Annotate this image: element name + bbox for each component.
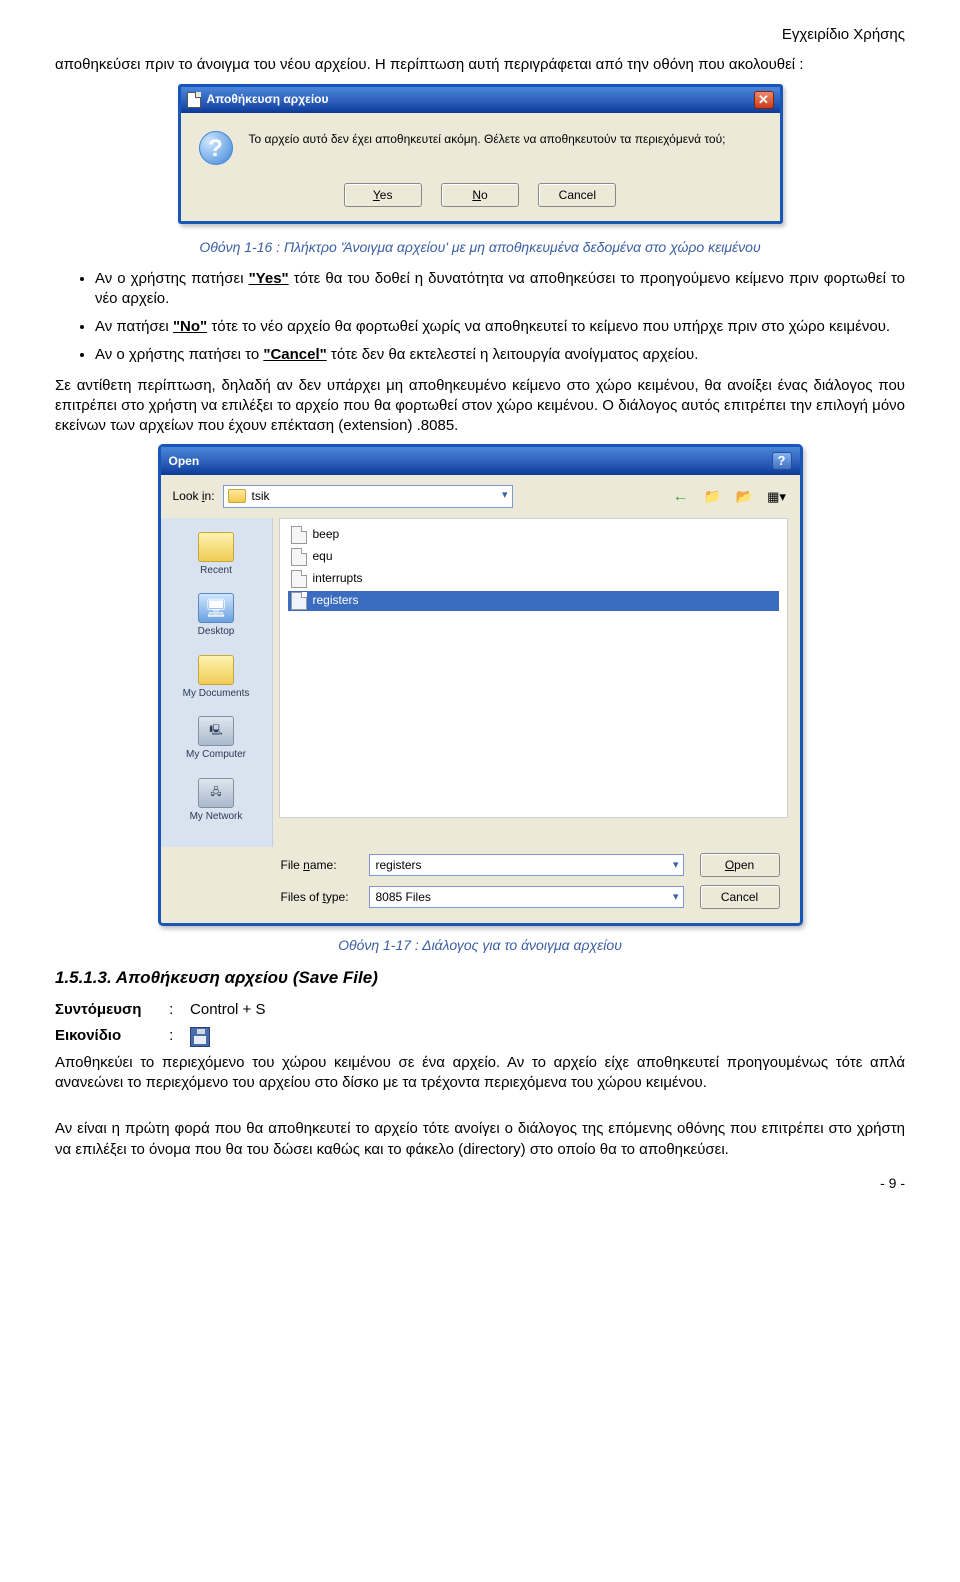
file-name-label: File name:: [281, 857, 361, 873]
file-icon: [291, 526, 307, 544]
documents-icon: [198, 655, 234, 685]
places-bar: Recent 🖥 Desktop My Documents 🖳 My Compu…: [161, 518, 273, 848]
list-item: Αν πατήσει "No" τότε το νέο αρχείο θα φο…: [95, 317, 905, 337]
file-icon: [291, 570, 307, 588]
no-button[interactable]: No: [441, 183, 519, 207]
dialog-title: Open: [169, 453, 200, 469]
file-type-combo[interactable]: 8085 Files: [369, 886, 684, 908]
dialog-title: Αποθήκευση αρχείου: [207, 91, 329, 107]
places-network[interactable]: 🖧 My Network: [161, 778, 272, 824]
file-icon: [291, 548, 307, 566]
places-computer[interactable]: 🖳 My Computer: [161, 716, 272, 762]
recent-icon: [198, 532, 234, 562]
file-item[interactable]: beep: [288, 525, 779, 545]
open-file-dialog: Open ? Look in: tsik ← 📁 📂 ▦▾ Recent 🖥 D…: [158, 444, 803, 926]
list-item: Αν ο χρήστης πατήσει το "Cancel" τότε δε…: [95, 345, 905, 365]
paragraph-after-bullets: Σε αντίθετη περίπτωση, δηλαδή αν δεν υπά…: [55, 376, 905, 437]
look-in-combo[interactable]: tsik: [223, 485, 513, 507]
computer-icon: 🖳: [198, 716, 234, 746]
page-header-right: Εγχειρίδιο Χρήσης: [55, 25, 905, 45]
look-in-label: Look in:: [173, 488, 215, 504]
figure-caption-2: Οθόνη 1-17 : Διάλογος για το άνοιγμα αρχ…: [55, 936, 905, 955]
cancel-button[interactable]: Cancel: [538, 183, 616, 207]
yes-button[interactable]: Yes: [344, 183, 422, 207]
dialog-message: Το αρχείο αυτό δεν έχει αποθηκευτεί ακόμ…: [249, 131, 726, 147]
open-button[interactable]: Open: [700, 853, 780, 877]
icon-row: Εικονίδιο :: [55, 1026, 905, 1046]
folder-icon: [228, 489, 246, 503]
file-icon: [291, 592, 307, 610]
section-heading: 1.5.1.3. Αποθήκευση αρχείου (Save File): [55, 967, 905, 990]
views-icon[interactable]: ▦▾: [766, 485, 788, 507]
page-number: - 9 -: [55, 1174, 905, 1193]
figure-caption-1: Οθόνη 1-16 : Πλήκτρο 'Άνοιγμα αρχείου' μ…: [55, 238, 905, 257]
places-desktop[interactable]: 🖥 Desktop: [161, 593, 272, 639]
file-type-label: Files of type:: [281, 889, 361, 905]
up-folder-icon[interactable]: 📁: [702, 485, 724, 507]
shortcut-row: Συντόμευση : Control + S: [55, 1000, 905, 1020]
places-recent[interactable]: Recent: [161, 532, 272, 578]
dialog-titlebar: Open ?: [161, 447, 800, 475]
open-dialog-toolbar: Look in: tsik ← 📁 📂 ▦▾: [161, 475, 800, 517]
help-icon[interactable]: ?: [772, 452, 792, 470]
paragraph-save-2: Αν είναι η πρώτη φορά που θα αποθηκευτεί…: [55, 1119, 905, 1160]
bullet-list: Αν ο χρήστης πατήσει "Yes" τότε θα του δ…: [95, 269, 905, 366]
file-item-selected[interactable]: registers: [288, 591, 779, 611]
floppy-icon: [190, 1027, 210, 1047]
save-confirm-dialog: Αποθήκευση αρχείου ✕ ? Το αρχείο αυτό δε…: [178, 84, 783, 224]
question-icon: ?: [199, 131, 233, 165]
paragraph-top: αποθηκεύσει πριν το άνοιγμα του νέου αρχ…: [55, 55, 905, 75]
file-item[interactable]: interrupts: [288, 569, 779, 589]
desktop-icon: 🖥: [198, 593, 234, 623]
network-icon: 🖧: [198, 778, 234, 808]
file-item[interactable]: equ: [288, 547, 779, 567]
dialog-titlebar: Αποθήκευση αρχείου ✕: [181, 87, 780, 113]
document-icon: [187, 92, 201, 108]
paragraph-save-1: Αποθηκεύει το περιεχόμενο του χώρου κειμ…: [55, 1053, 905, 1094]
close-icon[interactable]: ✕: [754, 91, 774, 109]
back-icon[interactable]: ←: [670, 485, 692, 507]
file-name-input[interactable]: registers: [369, 854, 684, 876]
look-in-value: tsik: [252, 488, 270, 504]
cancel-button[interactable]: Cancel: [700, 885, 780, 909]
new-folder-icon[interactable]: 📂: [734, 485, 756, 507]
list-item: Αν ο χρήστης πατήσει "Yes" τότε θα του δ…: [95, 269, 905, 310]
places-documents[interactable]: My Documents: [161, 655, 272, 701]
file-list[interactable]: beep equ interrupts registers: [279, 518, 788, 818]
